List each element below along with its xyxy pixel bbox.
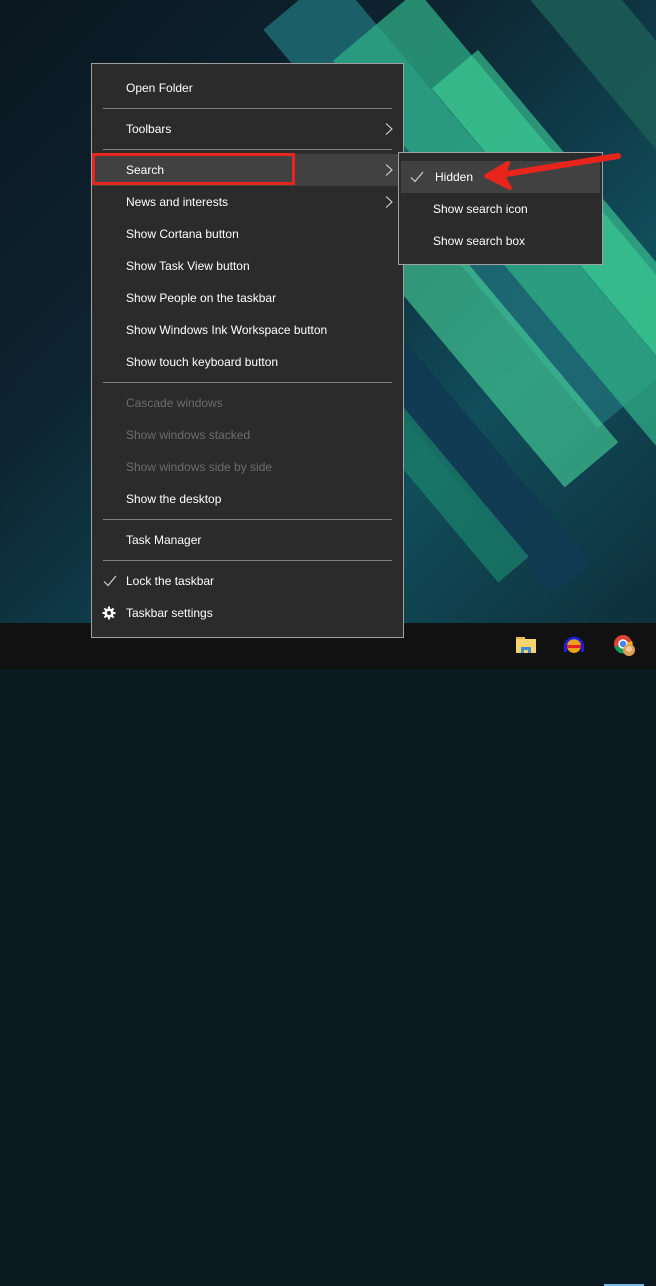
menu-item-label: Show People on the taskbar (126, 291, 277, 305)
menu-item-label: Show windows side by side (126, 460, 273, 474)
checkmark-icon (103, 575, 117, 587)
menu-item-show-ink-workspace[interactable]: Show Windows Ink Workspace button (92, 314, 403, 346)
menu-item-label: Open Folder (126, 81, 193, 95)
submenu-item-show-search-icon[interactable]: Show search icon (399, 193, 602, 225)
gear-icon (102, 606, 116, 620)
chevron-right-icon (385, 196, 393, 208)
menu-item-news-and-interests[interactable]: News and interests (92, 186, 403, 218)
submenu-item-label: Hidden (435, 170, 474, 184)
menu-item-label: Task Manager (126, 533, 202, 547)
menu-item-label: Cascade windows (126, 396, 223, 410)
menu-item-open-folder[interactable]: Open Folder (92, 72, 403, 104)
menu-item-toolbars[interactable]: Toolbars (92, 113, 403, 145)
menu-item-show-task-view[interactable]: Show Task View button (92, 250, 403, 282)
menu-item-label: Lock the taskbar (126, 574, 215, 588)
menu-item-cascade-windows: Cascade windows (92, 387, 403, 419)
menu-item-label: Show the desktop (126, 492, 222, 506)
menu-item-show-desktop[interactable]: Show the desktop (92, 483, 403, 515)
menu-item-label: Show windows stacked (126, 428, 251, 442)
menu-item-label: News and interests (126, 195, 229, 209)
chevron-right-icon (385, 123, 393, 135)
menu-item-lock-taskbar[interactable]: Lock the taskbar (92, 565, 403, 597)
menu-item-taskbar-settings[interactable]: Taskbar settings (92, 597, 403, 629)
menu-item-label: Show touch keyboard button (126, 355, 279, 369)
search-highlight-annotation (92, 153, 295, 185)
menu-item-side-by-side: Show windows side by side (92, 451, 403, 483)
submenu-item-label: Show search icon (433, 202, 528, 216)
submenu-item-show-search-box[interactable]: Show search box (399, 225, 602, 257)
menu-separator (103, 149, 392, 150)
file-explorer-icon[interactable] (514, 633, 538, 657)
menu-item-show-people[interactable]: Show People on the taskbar (92, 282, 403, 314)
menu-item-label: Show Task View button (126, 259, 250, 273)
menu-item-show-stacked: Show windows stacked (92, 419, 403, 451)
menu-item-label: Show Cortana button (126, 227, 239, 241)
menu-item-show-touch-keyboard[interactable]: Show touch keyboard button (92, 346, 403, 378)
chrome-profile-icon[interactable] (612, 633, 636, 657)
menu-separator (103, 519, 392, 520)
audio-app-icon[interactable] (562, 633, 586, 657)
menu-item-label: Taskbar settings (126, 606, 213, 620)
submenu-item-label: Show search box (433, 234, 526, 248)
menu-item-label: Show Windows Ink Workspace button (126, 323, 328, 337)
menu-separator (103, 560, 392, 561)
menu-item-label: Toolbars (126, 122, 172, 136)
submenu-item-hidden[interactable]: Hidden (401, 161, 600, 193)
taskbar-context-menu: Open Folder Toolbars Search News and int… (91, 63, 404, 638)
menu-separator (103, 382, 392, 383)
chevron-right-icon (385, 164, 393, 176)
menu-separator (103, 108, 392, 109)
menu-item-task-manager[interactable]: Task Manager (92, 524, 403, 556)
search-submenu: Hidden Show search icon Show search box (398, 152, 603, 265)
checkmark-icon (410, 171, 424, 183)
menu-item-show-cortana[interactable]: Show Cortana button (92, 218, 403, 250)
